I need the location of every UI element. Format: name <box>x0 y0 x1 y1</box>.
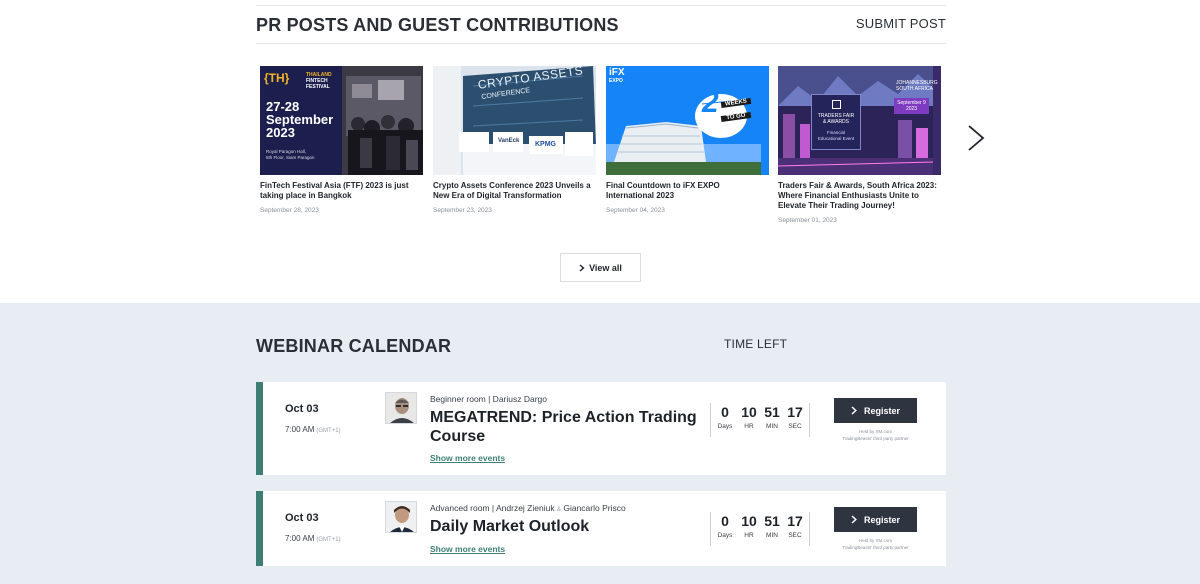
sponsor-logo: KPMG <box>535 141 556 148</box>
show-more-events-link[interactable]: Show more events <box>430 544 505 554</box>
ftf-dates: 27-28 September 2023 <box>266 99 334 140</box>
register-label: Register <box>863 405 900 416</box>
countdown-seconds: 17 SEC <box>787 513 803 539</box>
traders-info-box: TRADERS FAIR & AWARDS Financial Educatio… <box>811 94 861 150</box>
traders-logo-icon <box>831 100 841 109</box>
pr-card-list: {TH} THAILAND FINTECH FESTIVAL 27-28 Sep… <box>260 66 950 236</box>
traders-location: JOHANNESBURG SOUTH AFRICA <box>896 80 938 92</box>
card-date: September 04, 2023 <box>606 207 665 214</box>
pr-card[interactable]: JOHANNESBURG SOUTH AFRICA TRADERS FAIR &… <box>778 66 941 224</box>
card-date: September 28, 2023 <box>260 207 319 214</box>
event-room: Advanced room | Andrzej Zieniuk & Gianca… <box>430 503 626 513</box>
webinar-section: WEBINAR CALENDAR TIME LEFT Oct 03 7:00 A… <box>0 303 1200 584</box>
submit-post-link[interactable]: SUBMIT POST <box>856 16 946 31</box>
next-arrow-button[interactable] <box>965 124 987 152</box>
register-button[interactable]: Register <box>834 507 917 532</box>
event-time: 7:00 AM (GMT+1) <box>285 534 341 543</box>
event-title[interactable]: MEGATREND: Price Action Trading Course <box>430 408 700 446</box>
card-title[interactable]: Final Countdown to iFX EXPO Internationa… <box>606 181 769 201</box>
card-title[interactable]: Traders Fair & Awards, South Africa 2023… <box>778 181 941 211</box>
event-time: 7:00 AM (GMT+1) <box>285 425 341 434</box>
host-note: Held by XM.com TradingBeasts' third part… <box>842 429 909 441</box>
pr-section: PR POSTS AND GUEST CONTRIBUTIONS SUBMIT … <box>0 0 1200 303</box>
card-date: September 23, 2023 <box>433 207 492 214</box>
event-room: Beginner room | Dariusz Dargo <box>430 394 548 404</box>
countdown-minutes: 51 MIN <box>764 404 780 430</box>
webinar-event: Oct 03 7:00 AM (GMT+1) Advanced room | An… <box>256 491 946 566</box>
countdown: 0 Days 10 HR 51 MIN 17 SEC <box>710 403 810 437</box>
pr-card[interactable]: {TH} THAILAND FINTECH FESTIVAL 27-28 Sep… <box>260 66 423 214</box>
time-left-label: TIME LEFT <box>724 337 788 351</box>
avatar <box>385 392 417 424</box>
countdown-days: 0 Days <box>717 404 733 430</box>
host-note: Held by XM.com TradingBeasts' third part… <box>842 538 909 550</box>
card-image[interactable]: iFX EXPO 2 WEEKS TO GO <box>606 66 769 175</box>
chevron-right-icon <box>851 515 857 524</box>
card-image[interactable]: JOHANNESBURG SOUTH AFRICA TRADERS FAIR &… <box>778 66 941 175</box>
pr-header: PR POSTS AND GUEST CONTRIBUTIONS SUBMIT … <box>256 6 946 44</box>
view-all-label: View all <box>589 262 622 273</box>
countdown-seconds: 17 SEC <box>787 404 803 430</box>
weeks-number: 2 <box>702 86 719 119</box>
countdown: 0 Days 10 HR 51 MIN 17 SEC <box>710 512 810 546</box>
event-date: Oct 03 <box>285 512 319 524</box>
ftf-logo-text: THAILAND FINTECH FESTIVAL <box>306 72 332 90</box>
event-title[interactable]: Daily Market Outlook <box>430 517 700 536</box>
sponsor-logo: VanEck <box>498 138 520 144</box>
ftf-venue: Royal Paragon Hall, 5th Floor, Siam Para… <box>266 149 315 160</box>
countdown-hours: 10 HR <box>741 404 757 430</box>
ifx-logo: iFX EXPO <box>609 67 625 85</box>
event-date: Oct 03 <box>285 403 319 415</box>
section-title: PR POSTS AND GUEST CONTRIBUTIONS <box>256 15 619 35</box>
countdown-days: 0 Days <box>717 513 733 539</box>
card-image[interactable]: CRYPTO ASSETS CONFERENCE VanEck KPMG <box>433 66 596 175</box>
traders-date-box: September 9 2023 <box>894 98 929 114</box>
webinar-event: Oct 03 7:00 AM (GMT+1) Beginner room | Da… <box>256 382 946 475</box>
register-label: Register <box>863 514 900 525</box>
register-button[interactable]: Register <box>834 398 917 423</box>
card-image[interactable]: {TH} THAILAND FINTECH FESTIVAL 27-28 Sep… <box>260 66 423 175</box>
pr-card[interactable]: CRYPTO ASSETS CONFERENCE VanEck KPMG Cry… <box>433 66 596 214</box>
chevron-right-icon <box>968 125 985 151</box>
show-more-events-link[interactable]: Show more events <box>430 453 505 463</box>
chevron-right-icon <box>851 406 857 415</box>
view-all-button[interactable]: View all <box>560 253 641 282</box>
section-title: WEBINAR CALENDAR <box>256 336 452 356</box>
card-title[interactable]: Crypto Assets Conference 2023 Unveils a … <box>433 181 596 201</box>
countdown-minutes: 51 MIN <box>764 513 780 539</box>
card-title[interactable]: FinTech Festival Asia (FTF) 2023 is just… <box>260 181 423 201</box>
pr-card[interactable]: iFX EXPO 2 WEEKS TO GO Final Countdown t… <box>606 66 769 214</box>
card-date: September 01, 2023 <box>778 217 837 224</box>
ftf-logo: {TH} <box>264 71 290 85</box>
countdown-hours: 10 HR <box>741 513 757 539</box>
avatar <box>385 501 417 533</box>
chevron-right-icon <box>579 263 585 272</box>
